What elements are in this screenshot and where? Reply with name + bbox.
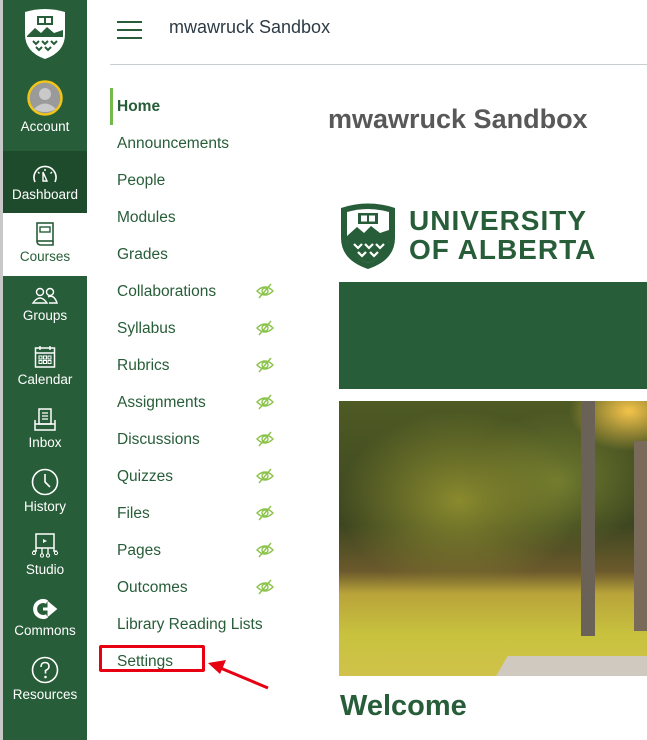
hidden-from-students-eye-icon: [256, 431, 274, 447]
wordmark-line-1: UNIVERSITY: [409, 205, 588, 236]
hidden-from-students-eye-icon: [256, 283, 274, 299]
global-nav-label: Calendar: [17, 372, 73, 387]
banner-green-band: [339, 282, 647, 389]
inbox-icon: [33, 406, 57, 432]
commons-icon: [32, 594, 58, 620]
course-nav: Home Announcements People Modules Grades Coll…: [110, 88, 300, 680]
welcome-heading: Welcome: [340, 690, 467, 722]
course-nav-label: Assignments: [117, 393, 206, 411]
university-shield-logo-icon: [341, 203, 395, 269]
course-nav-label: Library Reading Lists: [117, 615, 263, 633]
hidden-from-students-eye-icon: [256, 579, 274, 595]
course-nav-label: Files: [117, 504, 150, 522]
global-nav-studio[interactable]: Studio: [3, 531, 87, 593]
help-icon: [31, 656, 59, 684]
courses-icon: [35, 220, 55, 246]
studio-icon: [31, 531, 59, 559]
course-nav-pages[interactable]: Pages: [110, 532, 300, 569]
course-nav-discussions[interactable]: Discussions: [110, 421, 300, 458]
global-nav: Account Dashboard Courses Groups Calenda: [3, 0, 87, 740]
course-nav-label: Syllabus: [117, 319, 176, 337]
course-nav-label: Discussions: [117, 430, 200, 448]
course-nav-syllabus[interactable]: Syllabus: [110, 310, 300, 347]
course-nav-label: Grades: [117, 245, 168, 263]
course-nav-library-reading-lists[interactable]: Library Reading Lists: [110, 606, 300, 643]
global-nav-label: Studio: [25, 562, 65, 577]
course-nav-label: Rubrics: [117, 356, 170, 374]
global-nav-label: Dashboard: [11, 187, 79, 202]
avatar-icon: [27, 80, 63, 116]
photo-lamp-pole: [581, 401, 595, 636]
course-nav-label: Pages: [117, 541, 161, 559]
course-nav-label: Announcements: [117, 134, 230, 152]
calendar-icon: [34, 343, 56, 369]
hidden-from-students-eye-icon: [256, 542, 274, 558]
university-wordmark: UNIVERSITY OF ALBERTA: [409, 206, 596, 264]
hamburger-line: [117, 37, 142, 39]
global-nav-courses[interactable]: Courses: [3, 213, 87, 276]
global-nav-history[interactable]: History: [3, 468, 87, 530]
course-nav-label: Outcomes: [117, 578, 188, 596]
university-shield-logo[interactable]: [3, 8, 87, 64]
course-nav-modules[interactable]: Modules: [110, 199, 300, 236]
global-nav-label: History: [23, 499, 66, 514]
global-nav-account[interactable]: Account: [3, 80, 87, 146]
global-nav-label: Inbox: [28, 435, 62, 450]
course-title: mwawruck Sandbox: [328, 104, 588, 134]
settings-highlight-box: [99, 645, 205, 672]
header-divider: [110, 64, 647, 65]
course-menu-toggle-button[interactable]: [117, 21, 142, 39]
hamburger-line: [117, 21, 142, 23]
global-nav-calendar[interactable]: Calendar: [3, 343, 87, 405]
course-nav-home[interactable]: Home: [110, 88, 300, 125]
course-nav-label: Quizzes: [117, 467, 173, 485]
hidden-from-students-eye-icon: [256, 505, 274, 521]
global-nav-resources[interactable]: Resources: [3, 656, 87, 718]
canvas-page: Account Dashboard Courses Groups Calenda: [0, 0, 647, 740]
global-nav-commons[interactable]: Commons: [3, 594, 87, 656]
course-nav-grades[interactable]: Grades: [110, 236, 300, 273]
hamburger-line: [117, 29, 142, 31]
photo-sidewalk: [490, 656, 647, 676]
hidden-from-students-eye-icon: [256, 468, 274, 484]
course-nav-label: Modules: [117, 208, 176, 226]
global-nav-inbox[interactable]: Inbox: [3, 406, 87, 468]
breadcrumb-course-link[interactable]: mwawruck Sandbox: [169, 17, 330, 38]
course-nav-collaborations[interactable]: Collaborations: [110, 273, 300, 310]
course-nav-label: Collaborations: [117, 282, 217, 300]
wordmark-line-2: OF ALBERTA: [409, 234, 597, 265]
hidden-from-students-eye-icon: [256, 394, 274, 410]
shield-icon: [25, 9, 65, 59]
dashboard-icon: [32, 160, 58, 184]
course-nav-label: Home: [117, 97, 161, 115]
clock-icon: [31, 468, 59, 496]
course-nav-outcomes[interactable]: Outcomes: [110, 569, 300, 606]
hidden-from-students-eye-icon: [256, 357, 274, 373]
course-nav-assignments[interactable]: Assignments: [110, 384, 300, 421]
course-nav-label: People: [117, 171, 166, 189]
global-nav-label: Courses: [19, 249, 71, 264]
global-nav-label: Groups: [22, 308, 68, 323]
global-nav-groups[interactable]: Groups: [3, 283, 87, 345]
photo-tree-trunk: [634, 441, 647, 631]
groups-icon: [31, 283, 59, 305]
campus-photo: [339, 401, 647, 676]
global-nav-label: Resources: [12, 687, 78, 702]
hidden-from-students-eye-icon: [256, 320, 274, 336]
course-nav-quizzes[interactable]: Quizzes: [110, 458, 300, 495]
course-nav-announcements[interactable]: Announcements: [110, 125, 300, 162]
global-nav-label: Commons: [14, 623, 76, 638]
annotation-arrow-icon: [208, 660, 269, 690]
course-nav-files[interactable]: Files: [110, 495, 300, 532]
course-nav-people[interactable]: People: [110, 162, 300, 199]
global-nav-label: Account: [20, 119, 70, 134]
course-nav-rubrics[interactable]: Rubrics: [110, 347, 300, 384]
global-nav-dashboard[interactable]: Dashboard: [3, 151, 87, 213]
